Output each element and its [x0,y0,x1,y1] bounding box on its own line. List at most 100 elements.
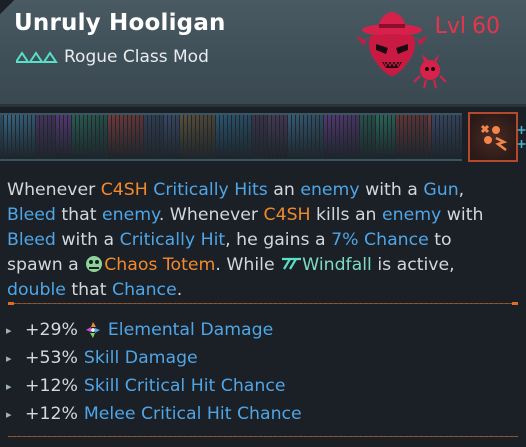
stripe-segment [248,115,251,159]
keyword-chance-percent: 7% Chance [331,230,429,250]
stripe-segment [132,115,135,159]
desc-line-3: Bleed with a Critically Hit, he gains a … [7,230,452,250]
stripe-segment [404,115,407,159]
stat-value: +12% [25,376,78,396]
stripe-segment [68,115,71,159]
stripe-segment [176,115,179,159]
stripe-segment [152,115,155,159]
desc-line-1: Whenever C4SH Critically Hits an enemy w… [7,180,465,200]
stripe-segment [24,115,27,159]
stripe-segment [184,115,187,159]
windfall-icon [282,257,302,270]
stripe-segment [20,115,23,159]
bullet-icon: ▸ [6,379,12,393]
stripe-segment [172,115,175,159]
bullet-icon: ▸ [6,323,12,337]
stripe-segment [160,115,163,159]
desc-line-5: double that Chance. [7,280,183,300]
item-type: Rogue Class Mod [64,47,209,67]
stripe-segment [340,115,343,159]
stripe-segment [64,115,67,159]
stripe-segment [448,115,451,159]
stripe-segment [276,115,279,159]
stripe-segment [348,115,351,159]
stripe-segment [148,115,151,159]
stripe-segment [240,115,243,159]
stripe-segment [196,115,199,159]
stripe-segment [88,115,91,159]
stripe-segment [60,115,63,159]
stripe-segment [320,115,323,159]
stripe-segment [388,115,391,159]
stripe-segment [208,115,211,159]
keyword-bleed: Bleed [7,205,56,225]
level-prefix: Lvl [434,14,466,39]
stat-name: Skill Critical Hit Chance [83,376,286,396]
stripe-segment [136,115,139,159]
item-level: Lvl 60 [435,14,500,39]
item-description: Whenever C4SH Critically Hits an enemy w… [7,178,517,303]
stripe-segment [356,115,359,159]
stripe-segment [108,115,111,159]
stripe-segment [56,115,59,159]
stripe-segment [220,115,223,159]
stripe-segment [424,115,427,159]
stripe-segment [164,115,167,159]
stripe-segment [204,115,207,159]
stat-row: ▸ +12% Melee Critical Hit Chance [6,400,516,428]
stripe-segment [80,115,83,159]
stripe-segment [256,115,259,159]
stripe-segment [392,115,395,159]
chaos-totem-icon [86,256,103,272]
stripe-segment [120,115,123,159]
bullet-icon: ▸ [6,351,12,365]
stripe-segment [144,115,147,159]
stripe-segment [400,115,403,159]
stripe-segment [416,115,419,159]
stripe-segment [328,115,331,159]
stripe-segment [412,115,415,159]
divider-tick [512,302,518,305]
bullet-icon: ▸ [6,407,12,421]
keyword-critically-hit: Critically Hit [119,230,226,250]
stat-row: ▸ +12% Skill Critical Hit Chance [6,372,516,400]
stripe-segment [368,115,371,159]
keyword-gun: Gun [423,180,459,200]
section-divider [8,303,518,304]
stripe-segment [316,115,319,159]
stat-row: ▸ +53% Skill Damage [6,344,516,372]
stripe-segment [292,115,295,159]
stripe-segment [96,115,99,159]
stripe-segment [308,115,311,159]
element-slot[interactable] [468,112,518,162]
stripe-segment [32,115,35,159]
stripe-segment [452,115,455,159]
stripe-segment [52,115,55,159]
stripe-segment [396,115,399,159]
rogue-emblem-icon [356,12,447,89]
section-divider [8,436,518,437]
stripe-segment [236,115,239,159]
stripe-segment [8,115,11,159]
rarity-stripe-band [0,113,462,161]
stripe-segment [272,115,275,159]
stripe-segment [300,115,303,159]
keyword-c4sh: C4SH [100,180,148,200]
stripe-segment [344,115,347,159]
divider-tick [8,302,14,305]
stripe-segment [372,115,375,159]
stat-row: ▸ +29% Elemental Damage [6,316,516,344]
stripe-segment [212,115,215,159]
class-mod-icon [16,51,58,63]
header-edge [0,104,526,107]
stripe-segment [224,115,227,159]
stripe-segment [408,115,411,159]
stripe-segment [4,115,7,159]
stripe-segment [268,115,271,159]
keyword-double: double [7,280,66,300]
stat-name: Melee Critical Hit Chance [83,404,302,424]
stripe-segment [44,115,47,159]
expand-plus-icon[interactable] [517,124,526,152]
stripe-segment [264,115,267,159]
level-value: 60 [472,14,500,39]
